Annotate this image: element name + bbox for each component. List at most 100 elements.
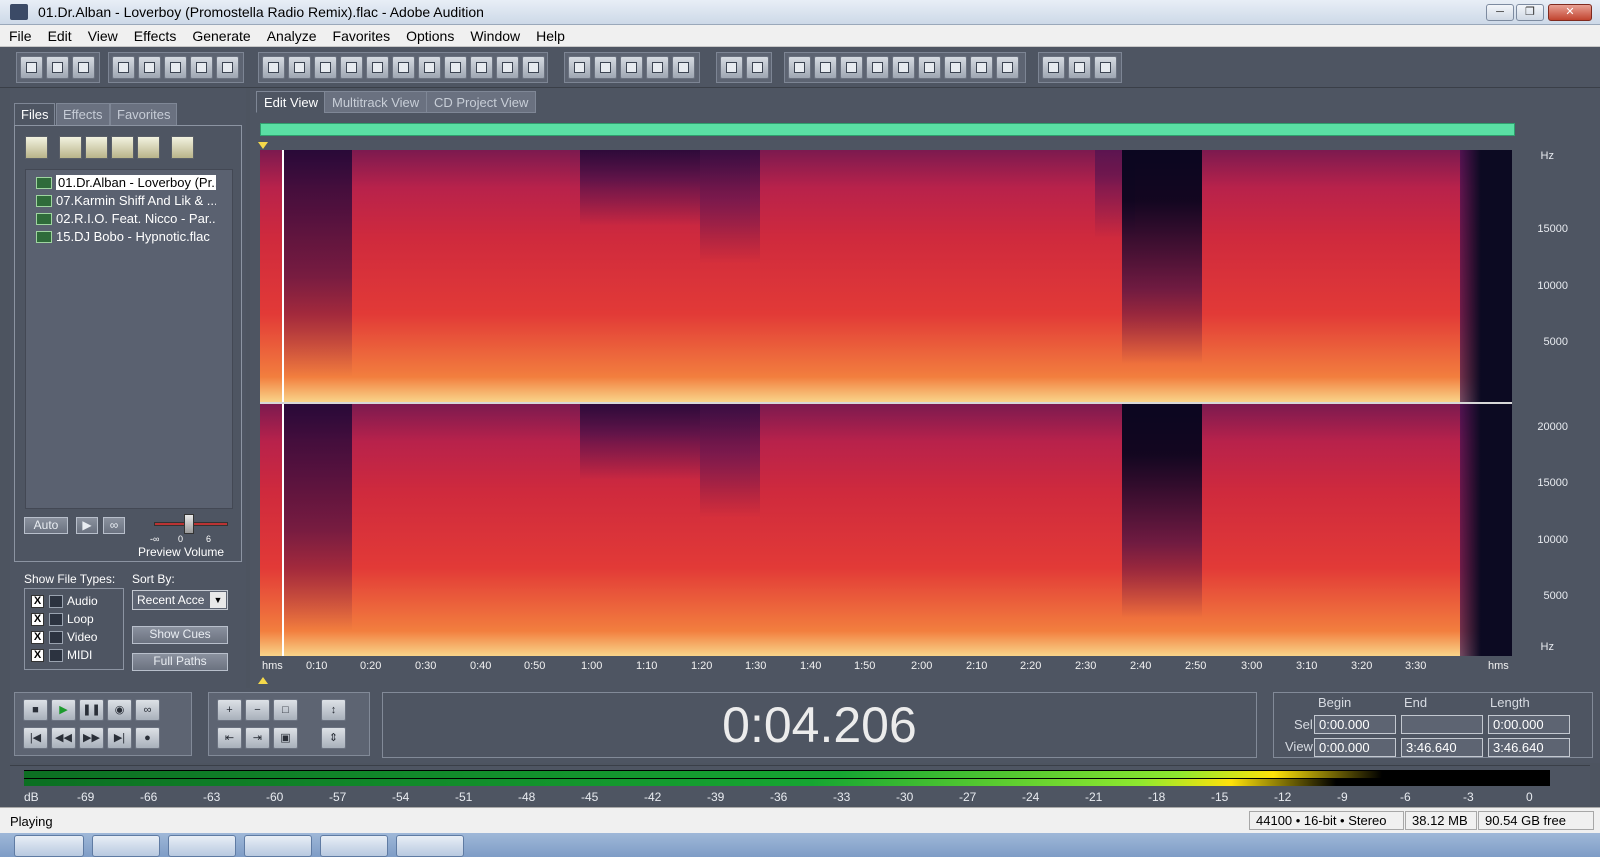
files-window-icon[interactable] xyxy=(788,56,811,79)
sel-end-field[interactable] xyxy=(1401,715,1483,734)
menu-view[interactable]: View xyxy=(79,25,125,44)
selection-window-icon[interactable] xyxy=(944,56,967,79)
spectral-phase-icon[interactable] xyxy=(646,56,669,79)
midi-checkbox[interactable]: X xyxy=(31,649,44,662)
menu-help[interactable]: Help xyxy=(527,25,572,44)
zoom-out-vertical-icon[interactable]: ⇕ xyxy=(321,727,346,749)
pause-icon[interactable]: ❚❚ xyxy=(79,699,104,721)
rewind-icon[interactable]: ◀◀ xyxy=(51,727,76,749)
menu-analyze[interactable]: Analyze xyxy=(258,25,324,44)
help-icon[interactable] xyxy=(1094,56,1117,79)
status-bar-icon[interactable] xyxy=(996,56,1019,79)
open-file-icon[interactable] xyxy=(138,56,161,79)
multitrack-view-icon[interactable] xyxy=(46,56,69,79)
menu-edit[interactable]: Edit xyxy=(39,25,79,44)
new-file-icon[interactable] xyxy=(112,56,135,79)
trim-icon[interactable] xyxy=(496,56,519,79)
view-end-field[interactable]: 3:46.640 xyxy=(1401,738,1483,757)
video-checkbox[interactable]: X xyxy=(31,631,44,644)
list-item[interactable]: 15.DJ Bobo - Hypnotic.flac xyxy=(26,228,218,246)
tab-cd-project-view[interactable]: CD Project View xyxy=(426,91,537,113)
audio-checkbox[interactable]: X xyxy=(31,595,44,608)
paste-icon[interactable] xyxy=(418,56,441,79)
tab-edit-view[interactable]: Edit View xyxy=(256,91,326,113)
insert-multitrack-icon[interactable] xyxy=(85,136,108,159)
favorites-window-icon[interactable] xyxy=(840,56,863,79)
zoom-selection-icon[interactable]: ▣ xyxy=(273,727,298,749)
zoom-in-icon[interactable]: + xyxy=(217,699,242,721)
menu-window[interactable]: Window xyxy=(461,25,527,44)
spectrogram-right-channel[interactable] xyxy=(260,404,1512,656)
file-options-icon[interactable] xyxy=(171,136,194,159)
play-to-end-icon[interactable]: ◉ xyxy=(107,699,132,721)
spectral-pan-icon[interactable] xyxy=(620,56,643,79)
loop-icon[interactable]: ∞ xyxy=(135,699,160,721)
time-selection-tool-icon[interactable] xyxy=(720,56,743,79)
loop-checkbox[interactable]: X xyxy=(31,613,44,626)
stop-icon[interactable]: ■ xyxy=(23,699,48,721)
taskbar-item[interactable] xyxy=(92,835,160,857)
minimize-button[interactable]: ─ xyxy=(1486,4,1514,21)
repeat-icon[interactable] xyxy=(314,56,337,79)
sort-by-select[interactable]: Recent Acce ▼ xyxy=(132,590,228,610)
taskbar-item[interactable] xyxy=(244,835,312,857)
tab-multitrack-view[interactable]: Multitrack View xyxy=(324,91,428,113)
tab-files[interactable]: Files xyxy=(14,103,56,125)
view-length-field[interactable]: 3:46.640 xyxy=(1488,738,1570,757)
cd-view-icon[interactable] xyxy=(72,56,95,79)
tab-effects[interactable]: Effects xyxy=(56,103,110,125)
menu-options[interactable]: Options xyxy=(397,25,461,44)
overview-bar[interactable] xyxy=(260,123,1515,136)
settings-gear-icon[interactable] xyxy=(1042,56,1065,79)
taskbar-item[interactable] xyxy=(168,835,236,857)
show-cues-button[interactable]: Show Cues xyxy=(132,626,228,644)
taskbar-item[interactable] xyxy=(320,835,388,857)
close-file-icon[interactable] xyxy=(59,136,82,159)
cut-icon[interactable] xyxy=(392,56,415,79)
start-orb-icon[interactable] xyxy=(14,835,84,857)
view-begin-field[interactable]: 0:00.000 xyxy=(1314,738,1396,757)
menu-generate[interactable]: Generate xyxy=(183,25,257,44)
copy-icon[interactable] xyxy=(366,56,389,79)
save-all-icon[interactable] xyxy=(216,56,239,79)
sel-length-field[interactable]: 0:00.000 xyxy=(1488,715,1570,734)
sel-begin-field[interactable]: 0:00.000 xyxy=(1314,715,1396,734)
close-button[interactable]: ✕ xyxy=(1548,4,1592,21)
auto-play-button[interactable]: Auto xyxy=(24,517,68,534)
save-as-icon[interactable] xyxy=(190,56,213,79)
waveform-display-icon[interactable] xyxy=(568,56,591,79)
time-window-icon[interactable] xyxy=(918,56,941,79)
marquee-tool-icon[interactable] xyxy=(746,56,769,79)
redo-icon[interactable] xyxy=(288,56,311,79)
time-ruler[interactable]: hms 0:10 0:20 0:30 0:40 0:50 1:00 1:10 1… xyxy=(260,656,1512,676)
spectral-display-icon[interactable] xyxy=(594,56,617,79)
play-preview-button[interactable]: ▶ xyxy=(76,517,98,534)
menu-effects[interactable]: Effects xyxy=(125,25,184,44)
level-meters-icon[interactable] xyxy=(970,56,993,79)
edit-file-icon[interactable] xyxy=(137,136,160,159)
zoom-left-icon[interactable]: ⇤ xyxy=(217,727,242,749)
scripts-icon[interactable] xyxy=(1068,56,1091,79)
zoom-full-icon[interactable]: □ xyxy=(273,699,298,721)
mix-paste-icon[interactable] xyxy=(470,56,493,79)
full-paths-button[interactable]: Full Paths xyxy=(132,653,228,671)
menu-file[interactable]: File xyxy=(0,25,39,44)
loop-preview-button[interactable]: ∞ xyxy=(103,517,125,534)
list-item[interactable]: 07.Karmin Shiff And Lik & ... xyxy=(26,192,218,210)
taskbar-item[interactable] xyxy=(396,835,464,857)
record-icon[interactable]: ● xyxy=(135,727,160,749)
send-to-multitrack-icon[interactable] xyxy=(522,56,545,79)
spectrogram-left-channel[interactable] xyxy=(260,150,1512,402)
list-item[interactable]: 02.R.I.O. Feat. Nicco - Par... xyxy=(26,210,218,228)
paste-new-icon[interactable] xyxy=(444,56,467,79)
copy-new-icon[interactable] xyxy=(340,56,363,79)
go-to-start-icon[interactable]: |◀ xyxy=(23,727,48,749)
maximize-button[interactable]: ❐ xyxy=(1516,4,1544,21)
effects-window-icon[interactable] xyxy=(814,56,837,79)
zoom-right-icon[interactable]: ⇥ xyxy=(245,727,270,749)
transport-window-icon[interactable] xyxy=(866,56,889,79)
zoom-out-icon[interactable]: − xyxy=(245,699,270,721)
zoom-in-vertical-icon[interactable]: ↕ xyxy=(321,699,346,721)
save-icon[interactable] xyxy=(164,56,187,79)
insert-cd-icon[interactable] xyxy=(111,136,134,159)
